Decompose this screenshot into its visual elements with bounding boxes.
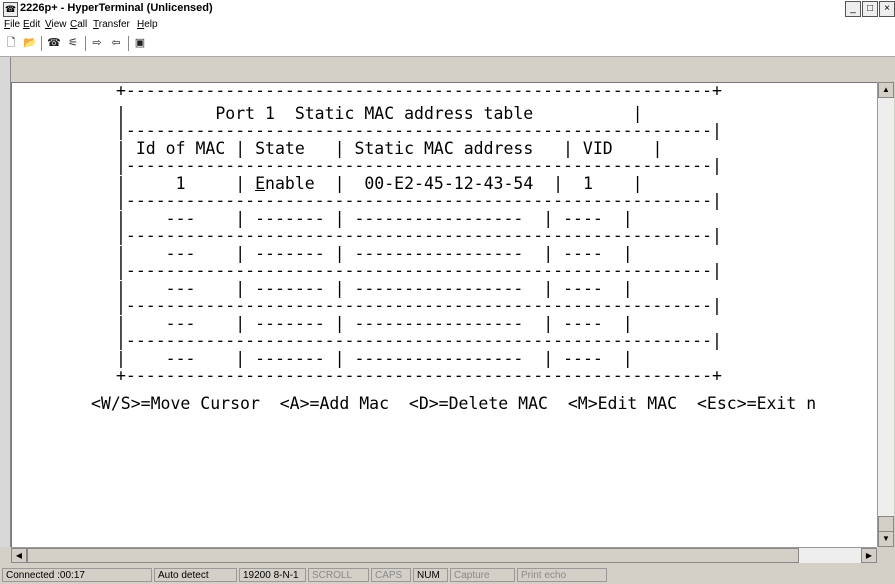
send-file-icon[interactable]: ⇨ (88, 35, 106, 52)
scroll-up-icon[interactable]: ▲ (878, 82, 894, 98)
menu-edit[interactable]: Edit (23, 19, 40, 30)
menu-call[interactable]: Call (70, 19, 87, 30)
disconnect-icon[interactable]: ⚟ (64, 35, 82, 52)
table-divider: |---------------------------------------… (116, 261, 722, 280)
scroll-left-icon[interactable]: ◀ (11, 548, 27, 563)
table-divider: |---------------------------------------… (116, 226, 722, 245)
new-connection-icon[interactable]: 🗋 (2, 35, 20, 52)
menu-transfer-label: ransfer (98, 19, 130, 30)
status-print-echo: Print echo (517, 568, 607, 582)
open-folder-icon[interactable]: 📂 (21, 35, 39, 52)
table-divider: |---------------------------------------… (116, 121, 722, 140)
menu-edit-mnemonic: E (23, 19, 30, 30)
terminal-screen[interactable]: +---------------------------------------… (11, 82, 878, 548)
status-caps: CAPS (371, 568, 411, 582)
toolbar-separator (128, 36, 129, 51)
toolbar-separator (85, 36, 86, 51)
menu-call-label: all (77, 19, 88, 30)
menu-help[interactable]: Help (137, 19, 158, 30)
help-line: <W/S>=Move Cursor <A>=Add Mac <D>=Delete… (91, 394, 817, 413)
menu-help-label: elp (144, 19, 158, 30)
status-detect: Auto detect (154, 568, 237, 582)
menu-view-label: iew (51, 19, 67, 30)
status-capture: Capture (450, 568, 515, 582)
status-connected: Connected :00:17 (2, 568, 152, 582)
vertical-scrollbar[interactable]: ▲ ▼ (877, 82, 894, 547)
status-bar: Connected :00:17 Auto detect 19200 8-N-1… (0, 566, 895, 584)
title-bar: ☎ 2226p+ - HyperTerminal (Unlicensed) _ … (0, 0, 895, 18)
menu-transfer[interactable]: Transfer (93, 19, 130, 30)
toolbar-separator (41, 36, 42, 51)
status-scroll: SCROLL (308, 568, 369, 582)
table-divider: |---------------------------------------… (116, 331, 722, 350)
receive-file-icon[interactable]: ⇦ (107, 35, 125, 52)
maximize-icon[interactable]: □ (862, 1, 878, 17)
scroll-down-icon[interactable]: ▼ (878, 531, 894, 547)
scroll-thumb[interactable] (878, 516, 894, 532)
horizontal-scrollbar[interactable]: ◀ ▶ (11, 547, 877, 563)
menu-file-label: ile (10, 19, 21, 30)
menu-bar: File Edit View Call Transfer Help (0, 18, 895, 32)
status-settings: 19200 8-N-1 (239, 568, 306, 582)
window-controls: _ □ × (844, 1, 895, 17)
menu-file[interactable]: File (4, 19, 20, 30)
horizontal-scroll-thumb[interactable] (27, 548, 799, 563)
table-divider: |---------------------------------------… (116, 156, 722, 175)
menu-edit-label: dit (29, 19, 41, 30)
table-border-bottom: +---------------------------------------… (116, 366, 722, 385)
close-icon[interactable]: × (879, 1, 895, 17)
table-divider: |---------------------------------------… (116, 296, 722, 315)
table-divider: |---------------------------------------… (116, 191, 722, 210)
properties-icon[interactable]: ▣ (131, 35, 149, 52)
minimize-icon[interactable]: _ (845, 1, 861, 17)
table-border-top: +---------------------------------------… (116, 82, 722, 100)
left-gutter (0, 57, 11, 547)
scroll-right-icon[interactable]: ▶ (861, 548, 877, 563)
call-icon[interactable]: ☎ (45, 35, 63, 52)
window-title: 2226p+ - HyperTerminal (Unlicensed) (20, 2, 213, 14)
menu-view[interactable]: View (45, 19, 67, 30)
status-num: NUM (413, 568, 448, 582)
toolbar: 🗋 📂 ☎ ⚟ ⇨ ⇦ ▣ (0, 32, 895, 57)
app-icon: ☎ (3, 2, 18, 17)
